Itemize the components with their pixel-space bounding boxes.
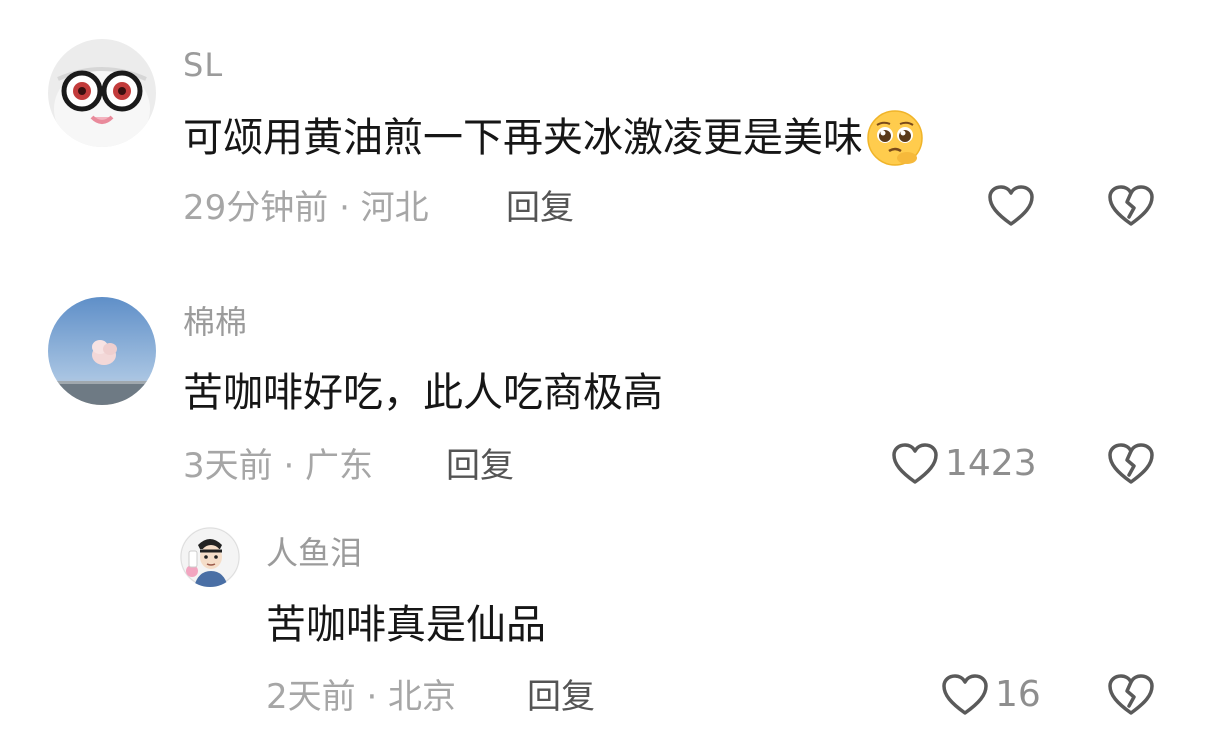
broken-heart-outline-icon: [1108, 443, 1154, 484]
comment-meta: 2天前 · 北京: [266, 677, 457, 717]
like-button[interactable]: 16: [941, 673, 1041, 717]
reply-button[interactable]: 回复: [506, 188, 574, 228]
comment-text-body: 可颂用黄油煎一下再夹冰激凌更是美味: [183, 115, 863, 161]
comment-item: 棉棉 苦咖啡好吃，此人吃商极高 3天前 · 广东 回复 1423: [0, 270, 1206, 505]
heart-outline-icon: [988, 185, 1034, 226]
dislike-button[interactable]: [1107, 442, 1155, 486]
like-count: 16: [995, 674, 1041, 715]
username[interactable]: SL: [183, 45, 223, 85]
dislike-button[interactable]: [1107, 673, 1155, 717]
username[interactable]: 棉棉: [183, 302, 247, 342]
comment-item: SL 可颂用黄油煎一下再夹冰激凌更是美味 29分钟前 · 河北 回复: [0, 0, 1206, 270]
avatar[interactable]: [48, 297, 156, 405]
like-button[interactable]: 1423: [891, 442, 1037, 486]
heart-outline-icon: [892, 443, 938, 484]
like-count: 1423: [945, 443, 1037, 484]
comment-text: 可颂用黄油煎一下再夹冰激凌更是美味: [183, 108, 925, 168]
comment-meta: 3天前 · 广东: [183, 446, 374, 486]
avatar[interactable]: [180, 527, 240, 587]
comment-meta: 29分钟前 · 河北: [183, 188, 429, 228]
comment-list: SL 可颂用黄油煎一下再夹冰激凌更是美味 29分钟前 · 河北 回复 棉棉 苦咖…: [0, 0, 1206, 737]
broken-heart-outline-icon: [1108, 674, 1154, 715]
reply-comment-item: 人鱼泪 苦咖啡真是仙品 2天前 · 北京 回复 16: [0, 505, 1206, 737]
username[interactable]: 人鱼泪: [266, 533, 362, 573]
dislike-button[interactable]: [1107, 184, 1155, 228]
like-button[interactable]: [987, 184, 1041, 228]
comment-text: 苦咖啡好吃，此人吃商极高: [183, 370, 663, 416]
reply-button[interactable]: 回复: [527, 677, 595, 717]
pleading-face-emoji-icon: [867, 110, 923, 166]
avatar[interactable]: [48, 39, 156, 147]
broken-heart-outline-icon: [1108, 185, 1154, 226]
reply-button[interactable]: 回复: [446, 446, 514, 486]
heart-outline-icon: [942, 674, 988, 715]
comment-text: 苦咖啡真是仙品: [266, 602, 546, 648]
